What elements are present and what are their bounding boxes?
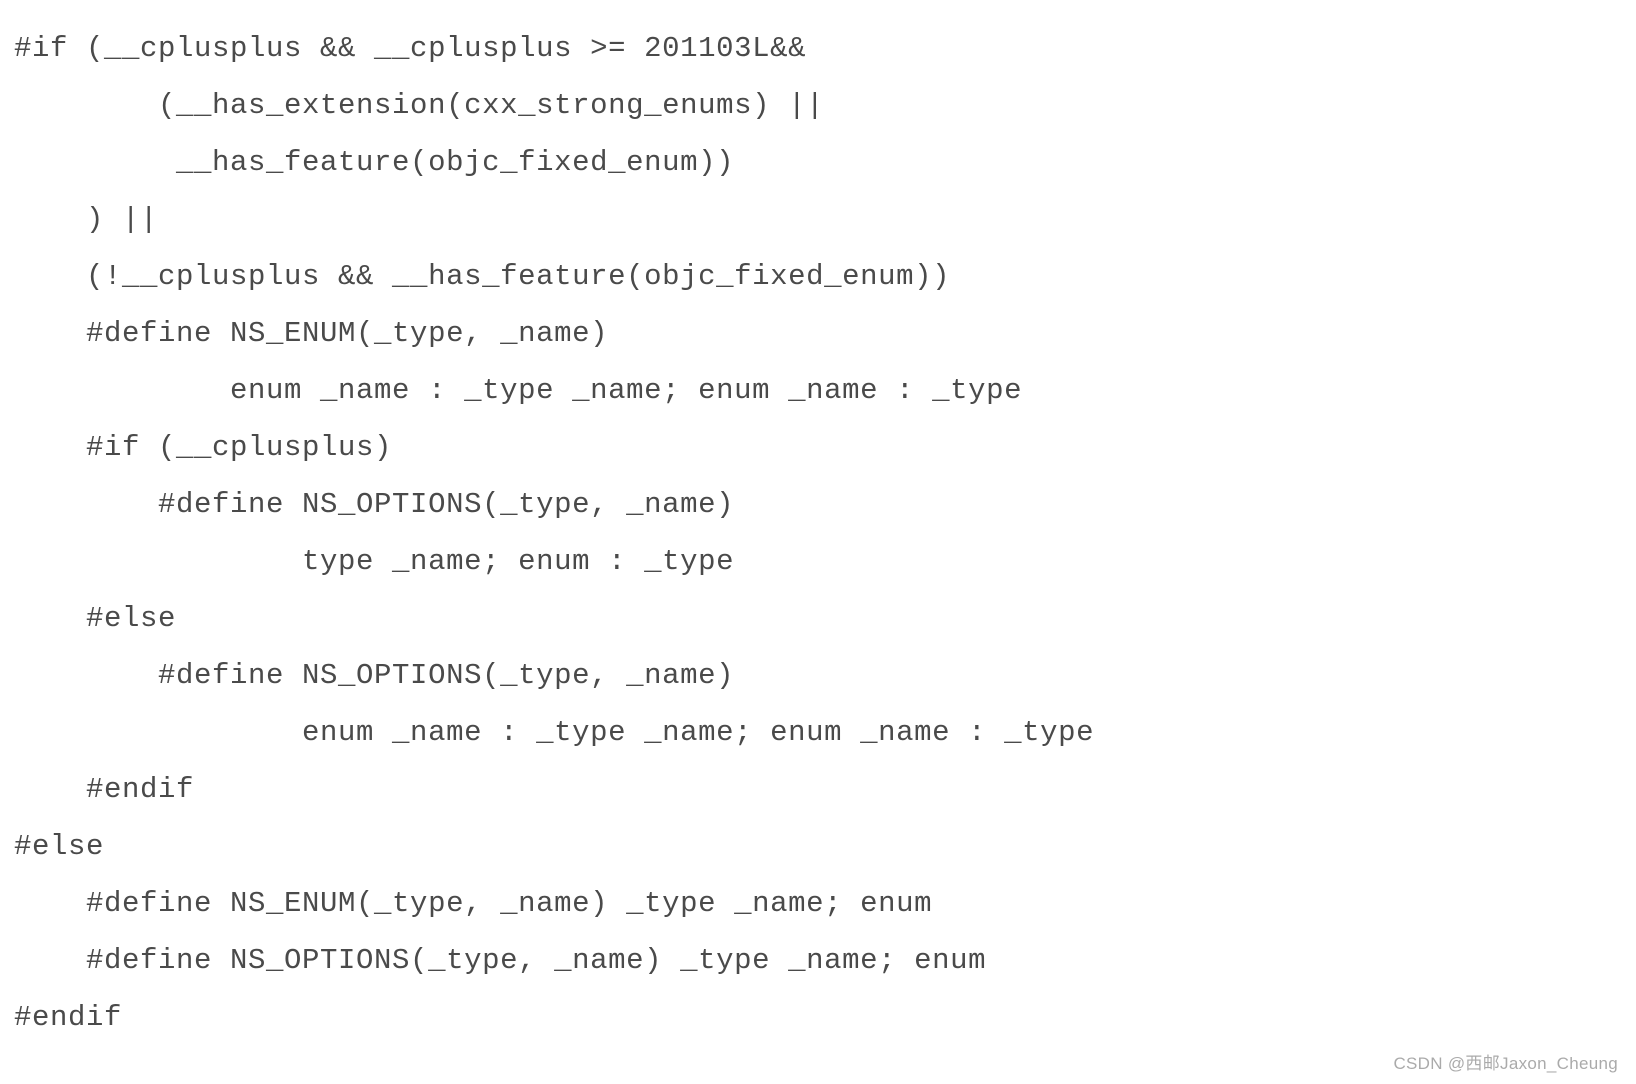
- code-line: #else: [14, 602, 176, 635]
- code-line: ) ||: [14, 203, 158, 236]
- code-line: #define NS_OPTIONS(_type, _name): [14, 488, 734, 521]
- code-line: #define NS_OPTIONS(_type, _name) _type _…: [14, 944, 986, 977]
- code-line: #if (__cplusplus): [14, 431, 392, 464]
- code-line: #endif: [14, 773, 194, 806]
- code-snippet: #if (__cplusplus && __cplusplus >= 20110…: [0, 0, 1636, 1066]
- code-line: enum _name : _type _name; enum _name : _…: [14, 716, 1094, 749]
- code-line: #define NS_ENUM(_type, _name) _type _nam…: [14, 887, 932, 920]
- code-line: (__has_extension(cxx_strong_enums) ||: [14, 89, 824, 122]
- code-line: enum _name : _type _name; enum _name : _…: [14, 374, 1022, 407]
- watermark-text: CSDN @西邮Jaxon_Cheung: [1393, 1049, 1618, 1074]
- code-line: #if (__cplusplus && __cplusplus >= 20110…: [14, 32, 806, 65]
- code-line: #else: [14, 830, 104, 863]
- code-line: (!__cplusplus && __has_feature(objc_fixe…: [14, 260, 950, 293]
- code-line: #define NS_ENUM(_type, _name): [14, 317, 608, 350]
- code-line: #define NS_OPTIONS(_type, _name): [14, 659, 734, 692]
- code-line: #endif: [14, 1001, 122, 1034]
- code-line: type _name; enum : _type: [14, 545, 734, 578]
- code-line: __has_feature(objc_fixed_enum)): [14, 146, 734, 179]
